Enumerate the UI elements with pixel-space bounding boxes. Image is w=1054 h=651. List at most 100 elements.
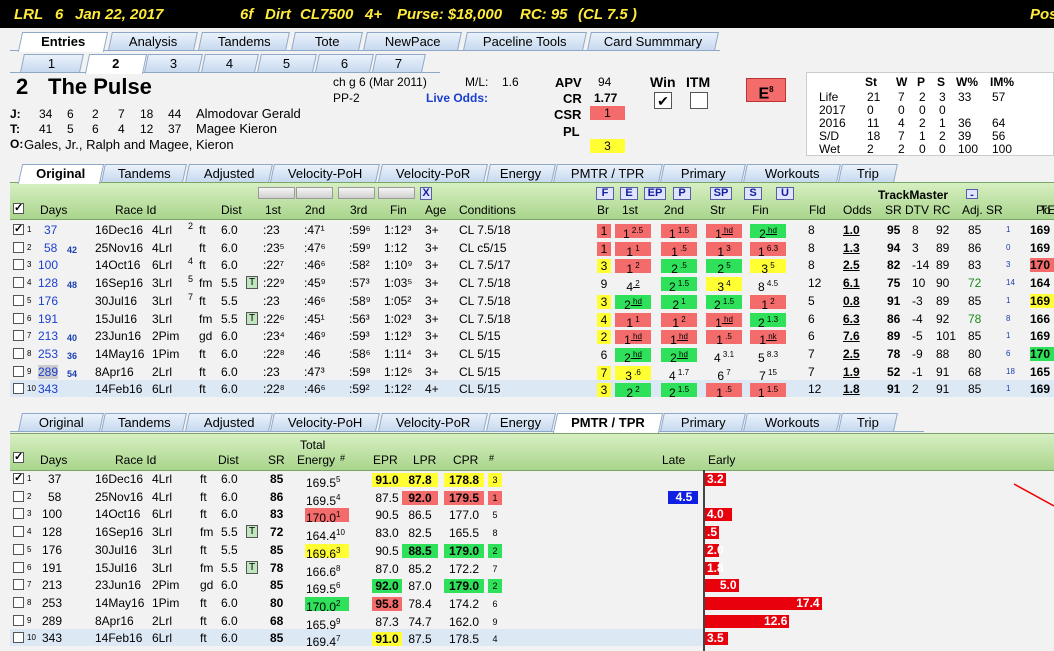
row-checkbox[interactable]	[13, 365, 24, 377]
collapse-button[interactable]: -	[966, 189, 978, 201]
tab-newpace[interactable]: NewPace	[363, 32, 462, 50]
pmtr-tab-adjusted[interactable]: Adjusted	[185, 413, 273, 431]
pp-tab-velocity-por[interactable]: Velocity-PoR	[378, 164, 488, 182]
post-tab-4[interactable]: 4	[201, 54, 259, 72]
table-row[interactable]: 1 37 16Dec16 4Lrl ft 6.0 85 169.55 91.087.8 178.8…	[0, 471, 1054, 490]
table-row[interactable]: 6 191 15Jul16 3Lrl fm 5.5 T 78 166.68 87.0 85.2 172…	[0, 560, 1054, 579]
call-position: 4 2	[615, 277, 651, 294]
table-row[interactable]: 3 100 14Oct16 6Lrl ft 6.0 83 170.01 90.5 86.5 177.…	[0, 507, 1054, 525]
row-checkbox[interactable]	[13, 632, 24, 644]
row-checkbox[interactable]	[13, 471, 24, 484]
row-checkbox[interactable]	[13, 222, 24, 235]
post-tab-3[interactable]: 3	[144, 54, 203, 72]
fraction-selector[interactable]	[258, 187, 295, 199]
row-checkbox[interactable]	[13, 526, 24, 538]
pace-filter-s[interactable]: S	[744, 187, 762, 200]
tab-tote[interactable]: Tote	[291, 32, 363, 50]
row-checkbox[interactable]	[13, 596, 24, 608]
race-track: 4Lrl	[152, 472, 173, 486]
pmtr-tab-primary[interactable]: Primary	[660, 413, 746, 431]
table-row[interactable]: 5 176 30Jul16 3Lrl ft 5.5 85 169.63 90.5 88.5 179.…	[0, 543, 1054, 561]
pmtr-tab-workouts[interactable]: Workouts	[743, 413, 841, 431]
pmtr-tab-label: Original	[38, 415, 84, 430]
table-row[interactable]: 4 128 16Sep16 3Lrl fm 5.5 T 72 164.410 83.0 82.5 16…	[0, 525, 1054, 543]
row-checkbox[interactable]	[13, 508, 24, 520]
pace-filter-f[interactable]: F	[596, 187, 614, 200]
row-checkbox[interactable]	[13, 561, 24, 573]
life-cell: 11	[867, 116, 880, 130]
table-row[interactable]: 10 343 14Feb16 6Lrl ft 6.0 85 169.47 91.0 87.5 178…	[0, 631, 1054, 649]
pp-tab-primary[interactable]: Primary	[660, 164, 746, 182]
row-checkbox[interactable]	[13, 277, 24, 289]
table-row[interactable]: 7 213 23Jun16 2Pim gd 6.0 85 169.56 92.0 87.0 179.…	[0, 578, 1054, 596]
clear-button[interactable]: X	[420, 187, 432, 200]
pp-tab-pmtr-tpr[interactable]: PMTR / TPR	[553, 164, 663, 182]
pmtr-tab-trip[interactable]: Trip	[838, 413, 898, 431]
row-checkbox[interactable]	[13, 312, 24, 324]
pp-tab-adjusted[interactable]: Adjusted	[185, 164, 273, 182]
call-pos: 2	[626, 386, 633, 401]
pp-tab-velocity-poh[interactable]: Velocity-PoH	[270, 164, 380, 182]
table-row[interactable]: 4 128 48 16Sep16 3Lrl 5 fm 5.5 T:22⁹:45⁹:57³ 1:03…	[0, 274, 1054, 294]
cr-value: 1.77	[594, 91, 618, 105]
post-tab-7[interactable]: 7	[372, 54, 426, 72]
row-checkbox[interactable]	[13, 330, 24, 342]
post-tab-5[interactable]: 5	[257, 54, 317, 72]
tab-paceline-tools[interactable]: Paceline Tools	[463, 32, 587, 50]
post-tab-1[interactable]: 1	[20, 54, 84, 72]
post-tab-2[interactable]: 2	[84, 54, 148, 74]
pp-tab-original[interactable]: Original	[17, 164, 105, 184]
pp-tab-energy[interactable]: Energy	[486, 164, 556, 182]
table-row[interactable]: 10 343 14Feb16 6Lrl ft 6.0:22⁸:46⁶:59² 1:12² 4+…	[0, 382, 1054, 401]
pace-filter-e[interactable]: E	[620, 187, 638, 200]
pace-filter-p[interactable]: P	[673, 187, 691, 200]
life-row-label: Life	[819, 90, 839, 104]
pp-tab-tandems[interactable]: Tandems	[101, 164, 187, 182]
pace-filter-u[interactable]: U	[776, 187, 794, 200]
fraction-selector[interactable]	[338, 187, 375, 199]
win-checkbox[interactable]: ✔	[654, 92, 672, 109]
select-all-checkbox-2[interactable]	[13, 450, 24, 463]
fraction-selector[interactable]	[296, 187, 333, 199]
table-row[interactable]: 9 289 8Apr16 2Lrl ft 6.0 68 165.99 87.3 74.7 162.0…	[0, 614, 1054, 632]
row-checkbox[interactable]	[13, 614, 24, 626]
pmtr-tab-velocity-por[interactable]: Velocity-PoR	[378, 413, 488, 431]
row-checkbox[interactable]	[13, 383, 24, 395]
table-row[interactable]: 6 191 15Jul16 3Lrl fm 5.5 T:22⁶:45¹:56³ 1:02³ 3+…	[0, 311, 1054, 330]
tab-tandems[interactable]: Tandems	[198, 32, 290, 50]
pmtr-tab-original[interactable]: Original	[18, 413, 104, 431]
row-checkbox[interactable]	[13, 347, 24, 359]
table-row[interactable]: 8 253 14May16 1Pim ft 6.0 80 170.02 95.8 78.4 174.…	[0, 596, 1054, 614]
row-checkbox[interactable]	[13, 259, 24, 271]
tab-card-summmary[interactable]: Card Summmary	[587, 32, 719, 50]
call-position: 2 5	[706, 259, 742, 276]
pp-tab-workouts[interactable]: Workouts	[743, 164, 841, 182]
pace-filter-sp[interactable]: SP	[710, 187, 732, 200]
row-checkbox[interactable]	[13, 543, 24, 555]
table-row[interactable]: 2 58 42 25Nov16 4Lrl ft 6.0:23⁵:47⁶:59⁹ 1:12 3+ C…	[0, 241, 1054, 259]
select-all-checkbox[interactable]	[13, 201, 24, 214]
fraction-selector[interactable]	[378, 187, 415, 199]
pmtr-tab-pmtr-tpr[interactable]: PMTR / TPR	[552, 413, 664, 433]
pace-filter-ep[interactable]: EP	[644, 187, 666, 200]
row-checkbox[interactable]	[13, 241, 24, 253]
pmtr-tab-velocity-poh[interactable]: Velocity-PoH	[270, 413, 380, 431]
table-row[interactable]: 1 37 16Dec16 4Lrl 2 ft 6.0:23:47¹:59⁶ 1:12³ 3+ CL…	[0, 221, 1054, 241]
pmtr-tab-energy[interactable]: Energy	[486, 413, 556, 431]
table-row[interactable]: 8 253 36 14May16 1Pim ft 6.0:22⁸:46:58⁶ 1:11⁴ 3+…	[0, 346, 1054, 365]
table-row[interactable]: 3 100 14Oct16 6Lrl 4 ft 6.0:22⁷:46⁶:58² 1:10⁹ 3+…	[0, 256, 1054, 276]
table-row[interactable]: 5 176 30Jul16 3Lrl 7 ft 5.5:23:46⁶:58⁹ 1:05² 3+ C…	[0, 292, 1054, 312]
post-tab-6[interactable]: 6	[315, 54, 374, 72]
row-checkbox[interactable]	[13, 294, 24, 306]
adj-rank: 6	[1006, 348, 1011, 358]
pp-tab-trip[interactable]: Trip	[838, 164, 898, 182]
table-row[interactable]: 2 58 25Nov16 4Lrl ft 6.0 86 169.54 87.5 92.0 179.5…	[0, 490, 1054, 508]
table-row[interactable]: 9 289 54 8Apr16 2Lrl ft 6.0:23:47³:59⁸ 1:12⁶ 3+ C…	[0, 364, 1054, 383]
table-row[interactable]: 7 213 40 23Jun16 2Pim gd 6.0:23⁴:46⁹:59³ 1:12³ 3…	[0, 329, 1054, 347]
row-checkbox[interactable]	[13, 490, 24, 502]
pmtr-tab-tandems[interactable]: Tandems	[101, 413, 187, 431]
tab-entries[interactable]: Entries	[17, 32, 109, 52]
itm-checkbox[interactable]	[690, 92, 708, 109]
row-checkbox[interactable]	[13, 579, 24, 591]
tab-analysis[interactable]: Analysis	[108, 32, 198, 50]
